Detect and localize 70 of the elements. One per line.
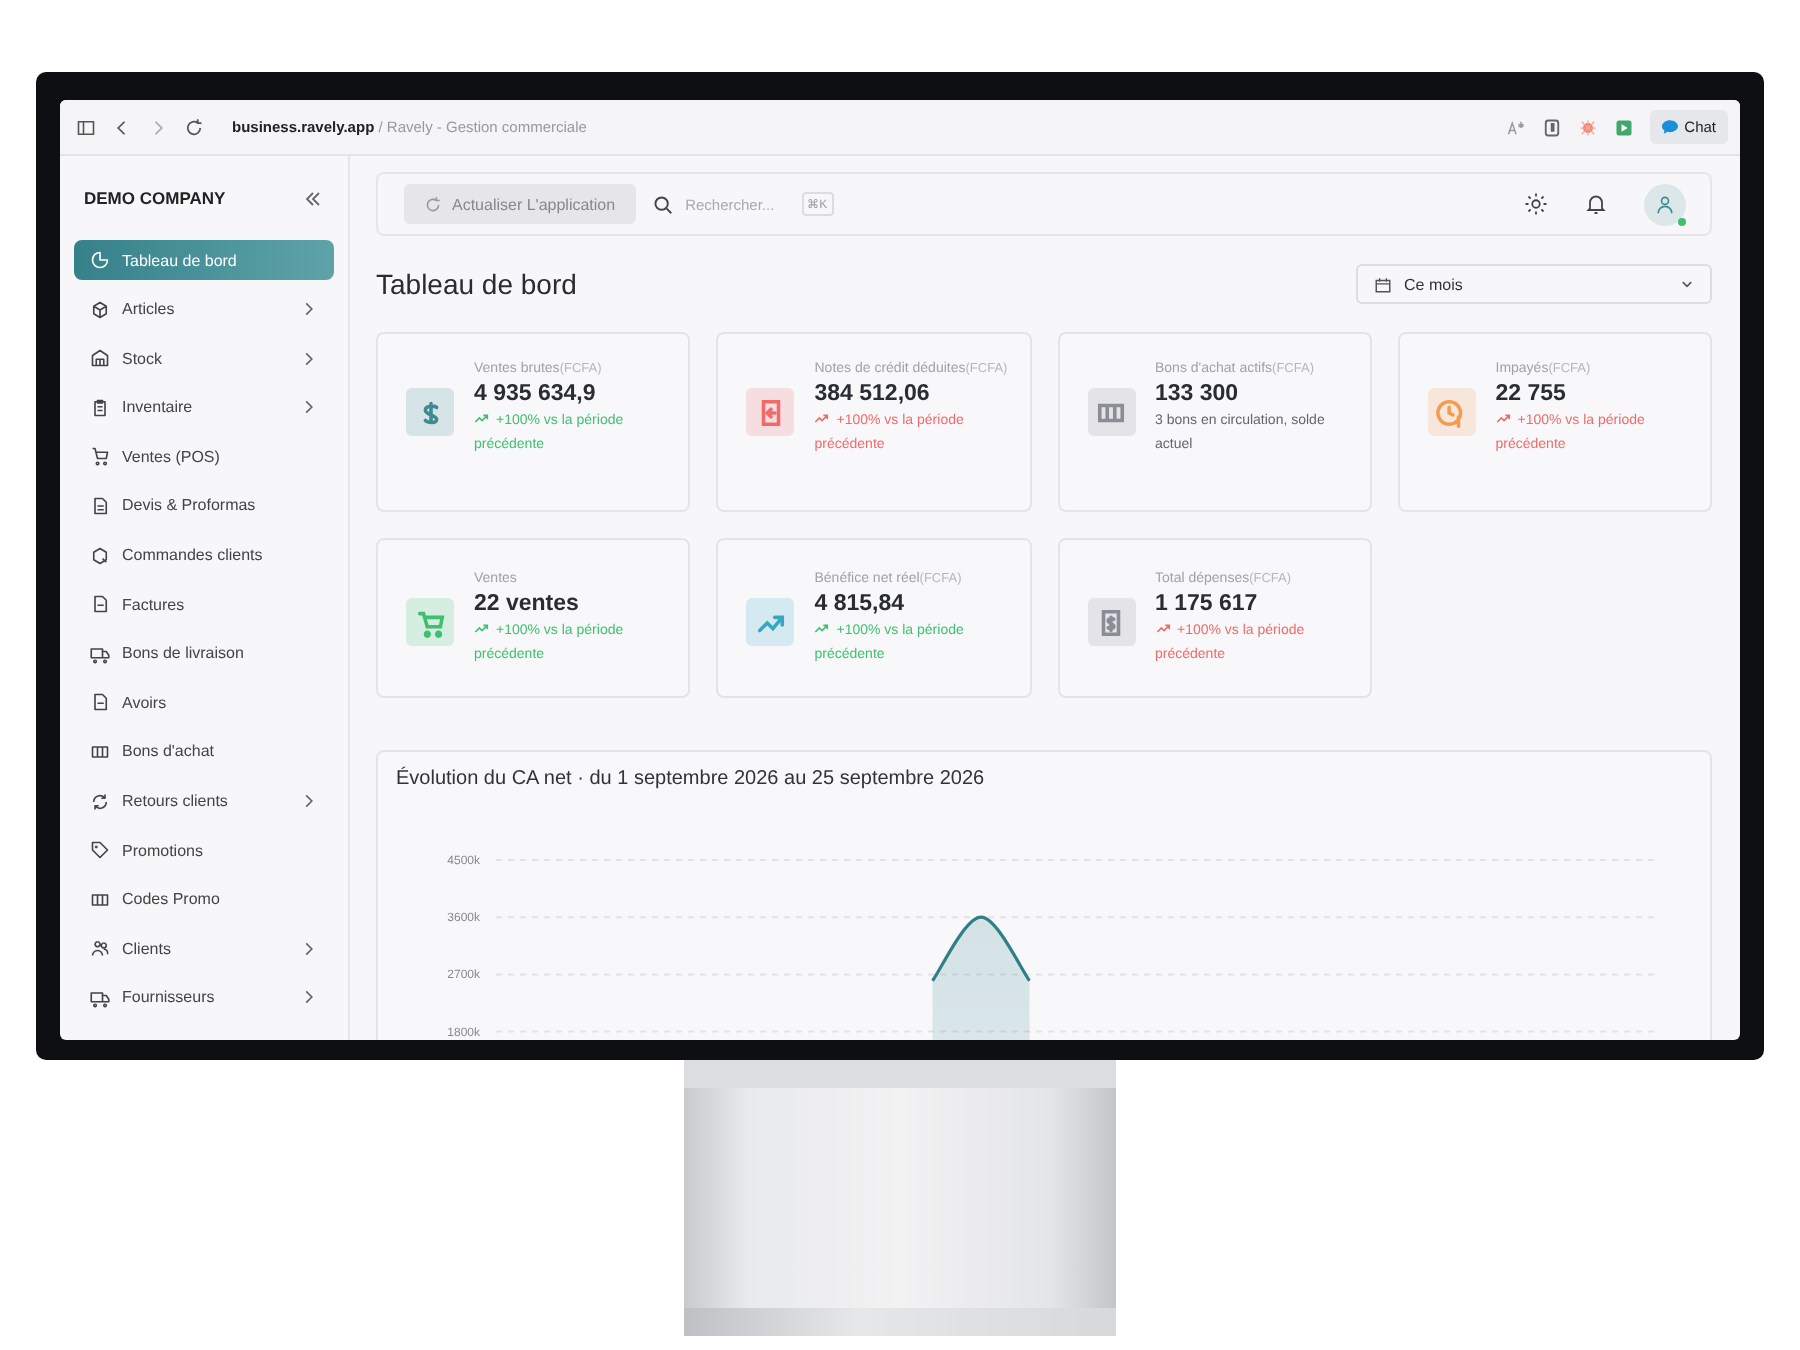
- sidebar-item[interactable]: Tableau de bord: [74, 240, 334, 280]
- nav-icon: [90, 741, 110, 762]
- trend-up-icon: [814, 412, 831, 424]
- nav-icon: [90, 938, 110, 959]
- avatar[interactable]: [1644, 183, 1686, 225]
- chevron-icon: [302, 351, 316, 366]
- company-name: DEMO COMPANY: [84, 188, 226, 208]
- nav-icon: [90, 840, 110, 861]
- sidebar-item[interactable]: Fournisseurs: [74, 977, 334, 1018]
- calendar-icon: [1374, 275, 1392, 293]
- extension-icon[interactable]: [1614, 117, 1635, 137]
- chevron-down-icon: [1680, 277, 1694, 291]
- search-icon[interactable]: [651, 193, 674, 215]
- chevron-icon: [302, 941, 316, 956]
- sidebar-item[interactable]: Stock: [74, 338, 334, 379]
- nav-icon: [90, 889, 110, 910]
- nav-icon: [90, 348, 110, 369]
- sidebar-item[interactable]: Devis & Proformas: [74, 485, 334, 526]
- sidebar-item[interactable]: Bons de livraison: [74, 633, 334, 674]
- sidebar-item[interactable]: Retours clients: [74, 781, 334, 822]
- nav-icon: [90, 545, 110, 566]
- nav-icon: [90, 299, 110, 320]
- sidebar-item[interactable]: Promotions: [74, 830, 334, 871]
- nav-icon: [90, 791, 110, 812]
- chart-title: Évolution du CA net · du 1 septembre 2026 au 25 septembre 2026: [396, 768, 987, 790]
- extension-icon[interactable]: [1542, 117, 1563, 137]
- trend-up-icon: [1155, 622, 1171, 634]
- chevron-icon: [302, 400, 316, 415]
- notification-icon[interactable]: [1584, 192, 1608, 216]
- sidebar-item[interactable]: Articles: [74, 289, 334, 330]
- stat-value: 1 175 617: [1155, 590, 1260, 620]
- stat-value: 133 300: [1155, 380, 1241, 410]
- nav-icon: [90, 446, 110, 467]
- stat-value: 22 755: [1495, 380, 1568, 410]
- sun-icon[interactable]: [1524, 192, 1548, 216]
- stat-value: 384 512,06: [814, 380, 932, 410]
- period-value: Ce mois: [1404, 275, 1465, 293]
- page-title: Tableau de bord: [376, 268, 577, 300]
- sidebar-item[interactable]: Factures: [74, 584, 334, 625]
- nav-icon: [90, 495, 110, 516]
- sidebar-item[interactable]: Ventes (POS): [74, 436, 334, 477]
- trend-up-icon: [1495, 412, 1512, 424]
- trend-up-icon: [474, 412, 490, 424]
- stat-value: 4 935 634,9: [474, 380, 598, 410]
- sidebar-item[interactable]: Bons d'achat: [74, 731, 334, 772]
- stat-value: 22 ventes: [474, 590, 581, 620]
- chevron-icon: [302, 302, 316, 317]
- nav-icon: [90, 987, 110, 1008]
- nav-icon: [90, 643, 110, 664]
- collapse-icon[interactable]: [304, 189, 322, 207]
- nav-icon: [90, 250, 110, 270]
- refresh-icon: [424, 195, 442, 213]
- sidebar-toggle-icon[interactable]: [76, 117, 96, 137]
- chat-bubble-icon: [1662, 120, 1679, 134]
- sidebar-item[interactable]: Avoirs: [74, 682, 334, 723]
- trend-up-icon: [814, 622, 831, 634]
- sidebar-item[interactable]: Codes Promo: [74, 879, 334, 920]
- sidebar-item[interactable]: Commandes clients: [74, 535, 334, 576]
- period-select[interactable]: Ce mois: [1356, 264, 1712, 304]
- chevron-icon: [302, 990, 316, 1005]
- reload-icon[interactable]: [184, 117, 204, 137]
- nav-icon: [90, 397, 110, 418]
- chevron-icon: [302, 794, 316, 809]
- sidebar-item[interactable]: Inventaire: [74, 387, 334, 428]
- stat-value: 4 815,84: [814, 590, 907, 620]
- trend-up-icon: [474, 622, 490, 634]
- translate-icon[interactable]: [1506, 117, 1527, 137]
- nav-icon: [90, 692, 110, 713]
- sidebar-item[interactable]: Clients: [74, 928, 334, 969]
- nav-icon: [90, 594, 110, 615]
